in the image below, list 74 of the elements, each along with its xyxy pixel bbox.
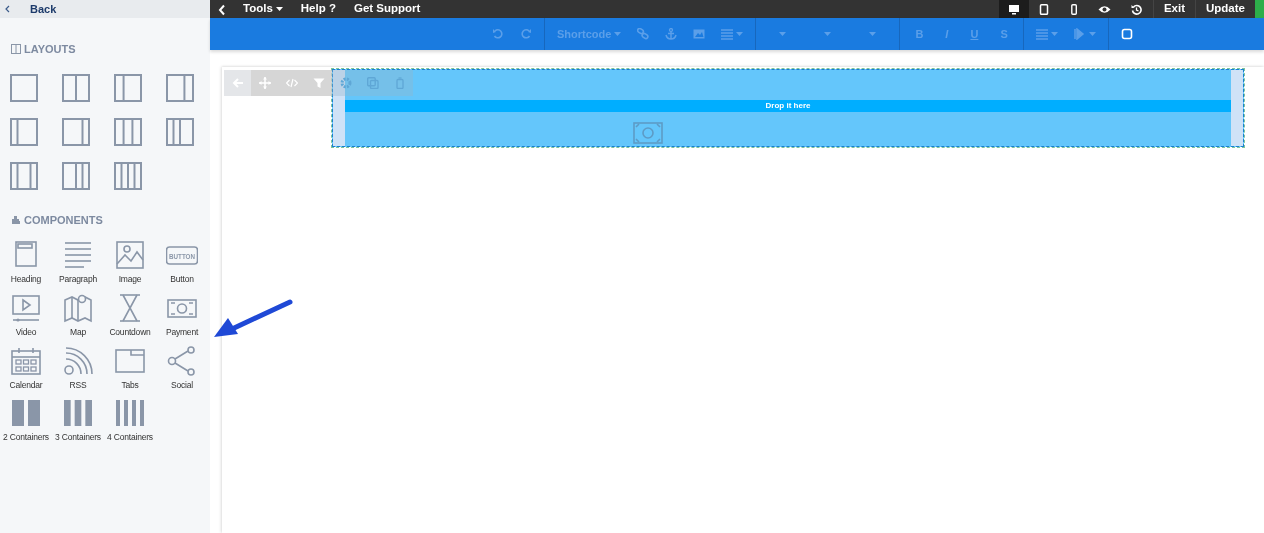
- component-tile[interactable]: Tabs: [104, 345, 156, 392]
- redo-icon: [520, 28, 532, 40]
- component-tile[interactable]: Social: [156, 345, 208, 392]
- section-heading: COMPONENTS: [24, 212, 103, 228]
- eye-icon[interactable]: [1097, 4, 1111, 14]
- back-chevron-icon[interactable]: [4, 4, 12, 14]
- layout-option[interactable]: [114, 117, 142, 146]
- component-tile[interactable]: RSS: [52, 345, 104, 392]
- square-icon: [1120, 28, 1133, 40]
- back-link[interactable]: Back: [30, 0, 57, 18]
- tablet-icon: [1037, 3, 1050, 15]
- media-step-icon: [1073, 28, 1086, 40]
- columns-icon: [62, 398, 94, 429]
- drop-hint: Drop it here: [345, 100, 1231, 112]
- anchor-icon: [665, 28, 678, 40]
- columns-icon: [114, 398, 146, 429]
- component-tile[interactable]: 3 Containers: [52, 398, 104, 444]
- caret-icon: [614, 32, 622, 36]
- caret-icon: [869, 32, 877, 36]
- video-player-icon: [10, 292, 42, 323]
- puzzle-icon: [11, 214, 21, 225]
- layout-option[interactable]: [114, 161, 142, 190]
- calendar-icon: [10, 345, 42, 376]
- list-icon: [721, 28, 734, 40]
- component-tile[interactable]: Video: [0, 292, 52, 339]
- layout-option[interactable]: [10, 73, 38, 102]
- component-tile[interactable]: 4 Containers: [104, 398, 156, 444]
- banknote-icon: [633, 121, 663, 144]
- component-tile[interactable]: Calendar: [0, 345, 52, 392]
- caret-icon: [779, 32, 787, 36]
- menu-item[interactable]: Tools: [234, 0, 292, 18]
- image-icon: [114, 240, 146, 270]
- move-icon[interactable]: [258, 77, 271, 89]
- share-icon: [166, 345, 198, 376]
- gear-icon[interactable]: [339, 77, 352, 89]
- layout-option[interactable]: [10, 117, 38, 146]
- layout-option[interactable]: [166, 73, 194, 102]
- caret-icon: [824, 32, 832, 36]
- caret-icon: [1088, 32, 1096, 36]
- image-icon: [693, 28, 706, 40]
- columns-icon: [10, 398, 42, 429]
- device-button[interactable]: [998, 0, 1029, 18]
- layout-option[interactable]: [62, 73, 90, 102]
- component-tile[interactable]: Image: [104, 240, 156, 286]
- layout-option[interactable]: [62, 117, 90, 146]
- component-tile[interactable]: Heading: [0, 240, 52, 286]
- section-heading: LAYOUTS: [24, 42, 76, 57]
- undo-icon: [492, 28, 504, 40]
- layout-option[interactable]: [166, 117, 194, 146]
- layout-icon: [11, 44, 21, 55]
- component-tile[interactable]: Map: [52, 292, 104, 339]
- align-icon: [1035, 28, 1048, 40]
- status-strip: [1255, 0, 1264, 18]
- caret-icon: [736, 32, 744, 36]
- code-icon[interactable]: [285, 77, 298, 89]
- filter-icon[interactable]: [312, 77, 325, 89]
- menu-item[interactable]: Help ?: [291, 0, 345, 18]
- layout-option[interactable]: [62, 161, 90, 190]
- link-icon: [637, 28, 650, 40]
- caret-icon: [1050, 32, 1058, 36]
- map-pin-icon: [62, 292, 94, 323]
- back-chevron-icon[interactable]: [218, 3, 226, 16]
- layout-option[interactable]: [10, 161, 38, 190]
- layout-option[interactable]: [114, 73, 142, 102]
- rss-feed-icon: [62, 345, 94, 376]
- paragraph-lines-icon: [62, 240, 94, 270]
- component-tile[interactable]: Countdown: [104, 292, 156, 339]
- desktop-icon: [1007, 3, 1020, 15]
- menu-item[interactable]: Get Support: [344, 0, 430, 18]
- component-tile[interactable]: Paragraph: [52, 240, 104, 286]
- component-tile[interactable]: Payment: [156, 292, 208, 339]
- component-tile[interactable]: 2 Containers: [0, 398, 52, 444]
- caret-icon: [275, 7, 283, 11]
- history-icon[interactable]: [1130, 3, 1142, 15]
